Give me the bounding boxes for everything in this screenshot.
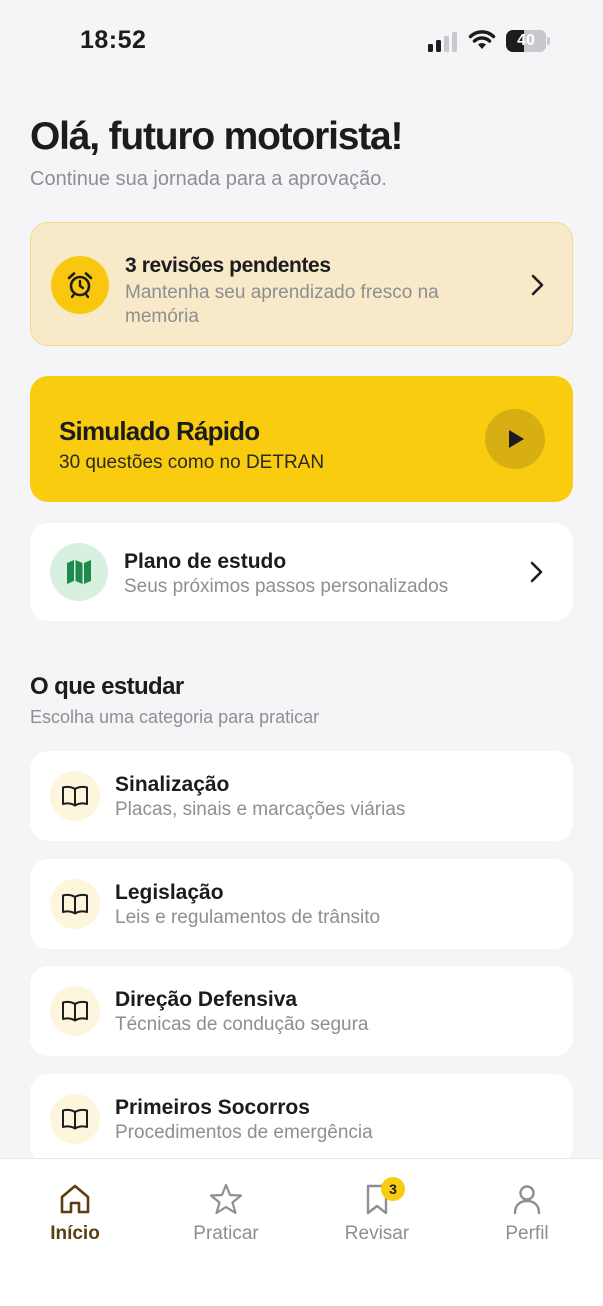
study-plan-subtitle: Seus próximos passos personalizados — [124, 576, 449, 597]
category-subtitle: Procedimentos de emergência — [115, 1122, 373, 1143]
pending-reviews-title: 3 revisões pendentes — [125, 254, 331, 277]
wifi-icon — [468, 29, 496, 51]
book-icon — [50, 771, 100, 821]
book-icon — [50, 879, 100, 929]
page-title: Olá, futuro motorista! — [30, 115, 403, 158]
category-subtitle: Técnicas de condução segura — [115, 1014, 369, 1035]
category-title: Legislação — [115, 881, 224, 904]
book-icon — [50, 986, 100, 1036]
quick-test-title: Simulado Rápido — [59, 416, 260, 446]
cellular-signal-icon — [428, 30, 460, 52]
chevron-right-icon — [531, 274, 544, 296]
tab-label: Perfil — [505, 1223, 549, 1244]
page-subtitle: Continue sua jornada para a aprovação. — [30, 168, 387, 190]
quick-test-card[interactable]: Simulado Rápido 30 questões como no DETR… — [30, 376, 573, 502]
category-subtitle: Leis e regulamentos de trânsito — [115, 907, 381, 928]
category-title: Direção Defensiva — [115, 988, 298, 1011]
tab-label: Praticar — [193, 1223, 259, 1244]
user-icon — [509, 1181, 545, 1217]
quick-test-subtitle: 30 questões como no DETRAN — [59, 452, 325, 473]
pending-reviews-subtitle: Mantenha seu aprendizado fresco na memór… — [125, 282, 439, 327]
section-title: O que estudar — [30, 673, 184, 700]
book-icon — [50, 1094, 100, 1144]
pending-reviews-card[interactable]: 3 revisões pendentes Mantenha seu aprend… — [30, 222, 573, 346]
home-icon — [57, 1181, 93, 1217]
review-count-badge: 3 — [381, 1177, 405, 1201]
tab-label: Revisar — [344, 1223, 410, 1244]
bookmark-icon: 3 — [359, 1177, 405, 1217]
tab-inicio[interactable]: Início — [15, 1181, 135, 1261]
tab-perfil[interactable]: Perfil — [467, 1181, 587, 1261]
tab-revisar[interactable]: 3 Revisar — [317, 1177, 437, 1261]
category-title: Primeiros Socorros — [115, 1096, 310, 1119]
tab-praticar[interactable]: Praticar — [166, 1181, 286, 1261]
category-card-primeiros-socorros[interactable]: Primeiros Socorros Procedimentos de emer… — [30, 1074, 573, 1164]
play-icon — [509, 430, 524, 448]
category-card-direcao-defensiva[interactable]: Direção Defensiva Técnicas de condução s… — [30, 966, 573, 1056]
alarm-clock-icon — [51, 256, 109, 314]
category-title: Sinalização — [115, 773, 230, 796]
category-card-sinalizacao[interactable]: Sinalização Placas, sinais e marcações v… — [30, 751, 573, 841]
tab-label: Início — [50, 1223, 100, 1244]
star-icon — [208, 1181, 244, 1217]
category-subtitle: Placas, sinais e marcações viárias — [115, 799, 406, 820]
chevron-right-icon — [530, 561, 543, 583]
battery-level: 40 — [517, 32, 535, 49]
study-plan-title: Plano de estudo — [124, 550, 287, 573]
section-subtitle: Escolha uma categoria para praticar — [30, 707, 320, 727]
map-icon — [50, 543, 108, 601]
category-card-legislacao[interactable]: Legislação Leis e regulamentos de trânsi… — [30, 859, 573, 949]
tab-bar: Início Praticar 3 Revisar Perfil — [0, 1158, 603, 1306]
status-time: 18:52 — [80, 26, 147, 54]
battery-icon: 40 — [506, 30, 550, 52]
play-button[interactable] — [485, 409, 545, 469]
status-bar: 18:52 40 — [0, 0, 603, 80]
study-plan-card[interactable]: Plano de estudo Seus próximos passos per… — [30, 523, 573, 621]
